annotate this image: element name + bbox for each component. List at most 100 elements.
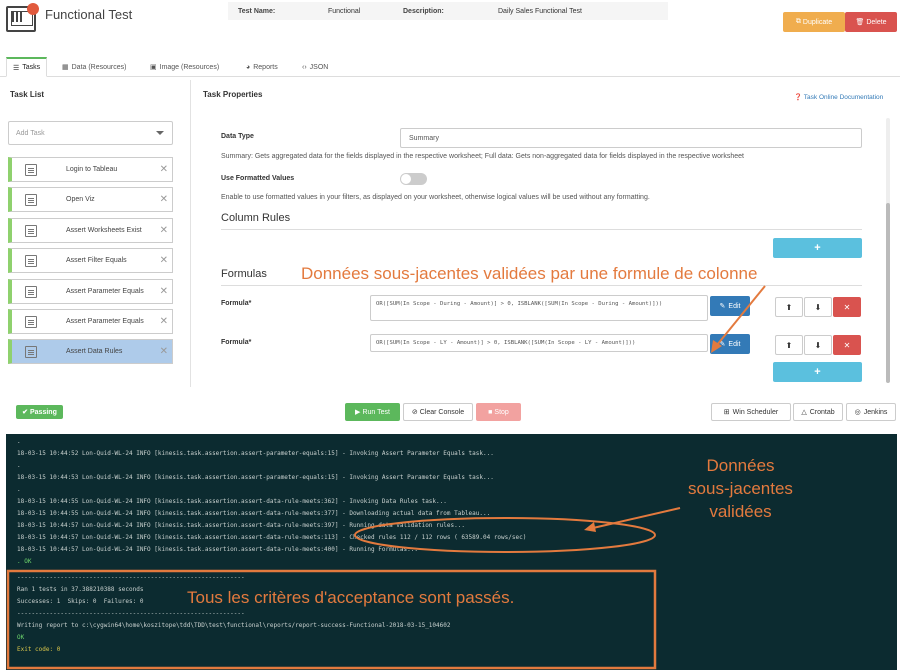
win-scheduler-button[interactable]: ⊞ Win Scheduler bbox=[711, 403, 791, 421]
move-up-button[interactable]: ⬆ bbox=[775, 335, 803, 355]
filter-icon bbox=[25, 255, 37, 267]
test-meta-bar: Test Name: Functional Description: Daily… bbox=[228, 2, 668, 20]
close-icon[interactable]: ✕ bbox=[160, 286, 168, 297]
linux-icon: △ bbox=[801, 409, 807, 416]
tab-image-resources[interactable]: ▣ Image (Resources) bbox=[150, 57, 219, 77]
tab-data-resources[interactable]: ▦ Data (Resources) bbox=[62, 57, 126, 77]
close-icon[interactable]: ✕ bbox=[160, 225, 168, 236]
copy-icon: ⧉ bbox=[795, 18, 801, 25]
console-line: 18-03-15 10:44:55 Lon-Quid-WL-24 INFO [k… bbox=[17, 510, 491, 517]
formula-input[interactable]: OR([SUM(In Scope - During - Amount)] > 0… bbox=[370, 295, 708, 321]
console-line: 18-03-15 10:44:52 Lon-Quid-WL-24 INFO [k… bbox=[17, 450, 494, 457]
data-type-help: Summary: Gets aggregated data for the fi… bbox=[221, 153, 744, 160]
pencil-icon: ✎ bbox=[719, 303, 726, 310]
tab-tasks[interactable]: ☰ Tasks bbox=[6, 57, 48, 77]
console-line: 18-03-15 10:44:53 Lon-Quid-WL-24 INFO [k… bbox=[17, 474, 494, 481]
panel-divider bbox=[190, 80, 191, 387]
documentation-link[interactable]: ❓ Task Online Documentation bbox=[794, 93, 883, 101]
formula-input[interactable]: OR([SUM(In Scope - LY - Amount)] > 0, IS… bbox=[370, 334, 708, 352]
jenkins-button[interactable]: ◎ Jenkins bbox=[846, 403, 896, 421]
console-line: OK bbox=[17, 634, 25, 641]
column-rules-heading: Column Rules bbox=[221, 212, 291, 224]
task-item-assert-filter-equals[interactable]: Assert Filter Equals ✕ bbox=[8, 248, 173, 273]
divider bbox=[221, 285, 862, 286]
task-icon bbox=[25, 164, 37, 176]
formatted-values-label: Use Formatted Values bbox=[221, 175, 295, 182]
delete-button[interactable]: 🗑 Delete bbox=[845, 12, 897, 32]
test-name-value: Functional bbox=[328, 7, 361, 15]
test-name-label: Test Name: bbox=[238, 7, 276, 15]
task-item-assert-data-rules[interactable]: Assert Data Rules ✕ bbox=[8, 339, 173, 364]
task-icon bbox=[25, 346, 37, 358]
arrow-down-icon: ⬇ bbox=[814, 340, 822, 350]
console-line: 18-03-15 10:44:57 Lon-Quid-WL-24 INFO [k… bbox=[17, 534, 527, 541]
data-type-label: Data Type bbox=[221, 133, 254, 140]
console-line: . OK bbox=[17, 558, 32, 565]
close-icon[interactable]: ✕ bbox=[160, 346, 168, 357]
task-item-assert-parameter-equals[interactable]: Assert Parameter Equals ✕ bbox=[8, 309, 173, 334]
duplicate-button[interactable]: ⧉ Duplicate bbox=[783, 12, 845, 32]
task-icon bbox=[25, 286, 37, 298]
add-formula-button[interactable]: + bbox=[773, 362, 862, 382]
add-task-select[interactable]: Add Task bbox=[8, 121, 173, 145]
clear-console-button[interactable]: ⊘ Clear Console bbox=[403, 403, 473, 421]
task-icon bbox=[25, 225, 37, 237]
tab-reports[interactable]: ◕ Reports bbox=[246, 57, 278, 77]
chevron-down-icon bbox=[156, 131, 164, 135]
console-line: 18-03-15 10:44:55 Lon-Quid-WL-24 INFO [k… bbox=[17, 498, 447, 505]
properties-scrollbar[interactable] bbox=[886, 118, 890, 383]
remove-formula-button[interactable]: ✕ bbox=[833, 335, 861, 355]
edit-formula-button[interactable]: ✎ Edit bbox=[710, 296, 750, 316]
stop-button[interactable]: ■ Stop bbox=[476, 403, 521, 421]
play-icon: ▶ bbox=[355, 409, 361, 416]
console-line: Successes: 1 Skips: 0 Failures: 0 bbox=[17, 598, 144, 605]
code-icon: ‹› bbox=[302, 63, 307, 71]
chart-icon: ◕ bbox=[246, 63, 251, 71]
task-item-assert-worksheets-exist[interactable]: Assert Worksheets Exist ✕ bbox=[8, 218, 173, 243]
move-down-button[interactable]: ⬇ bbox=[804, 297, 832, 317]
description-value: Daily Sales Functional Test bbox=[498, 7, 582, 15]
console-line: . bbox=[17, 486, 21, 493]
close-icon[interactable]: ✕ bbox=[160, 194, 168, 205]
formatted-values-help: Enable to use formatted values in your f… bbox=[221, 194, 650, 201]
jenkins-icon: ◎ bbox=[854, 409, 861, 416]
task-item-open-viz[interactable]: Open Viz ✕ bbox=[8, 187, 173, 212]
run-test-button[interactable]: ▶ Run Test bbox=[345, 403, 400, 421]
close-icon[interactable]: ✕ bbox=[160, 255, 168, 266]
edit-formula-button[interactable]: ✎ Edit bbox=[710, 334, 750, 354]
remove-formula-button[interactable]: ✕ bbox=[833, 297, 861, 317]
formula-label: Formula* bbox=[221, 300, 252, 307]
console-line: 18-03-15 10:44:57 Lon-Quid-WL-24 INFO [k… bbox=[17, 522, 465, 529]
move-up-button[interactable]: ⬆ bbox=[775, 297, 803, 317]
console-line: Exit code: 0 bbox=[17, 646, 61, 653]
image-icon: ▣ bbox=[150, 64, 157, 71]
trash-icon: 🗑 bbox=[855, 19, 865, 26]
list-icon: ☰ bbox=[13, 64, 20, 72]
stop-icon: ■ bbox=[488, 408, 493, 416]
formulas-heading: Formulas bbox=[221, 268, 267, 280]
task-item-login-to-tableau[interactable]: Login to Tableau ✕ bbox=[8, 157, 173, 182]
formatted-values-toggle[interactable] bbox=[400, 173, 427, 185]
arrow-up-icon: ⬆ bbox=[785, 302, 793, 312]
tab-json[interactable]: ‹› JSON bbox=[302, 57, 328, 77]
validated-callout-text: Données sous-jacentes validées bbox=[688, 456, 793, 521]
close-icon[interactable]: ✕ bbox=[160, 164, 168, 175]
arrow-down-icon: ⬇ bbox=[814, 302, 822, 312]
data-type-select[interactable]: Summary bbox=[400, 128, 862, 148]
move-down-button[interactable]: ⬇ bbox=[804, 335, 832, 355]
task-icon bbox=[25, 316, 37, 328]
windows-icon: ⊞ bbox=[723, 409, 730, 416]
task-properties-heading: Task Properties bbox=[203, 90, 263, 99]
console-line: . bbox=[17, 438, 21, 445]
close-icon[interactable]: ✕ bbox=[160, 316, 168, 327]
formula-label: Formula* bbox=[221, 339, 252, 346]
task-item-assert-parameter-equals[interactable]: Assert Parameter Equals ✕ bbox=[8, 279, 173, 304]
crontab-button[interactable]: △ Crontab bbox=[793, 403, 843, 421]
description-label: Description: bbox=[403, 7, 444, 15]
add-column-rule-button[interactable]: + bbox=[773, 238, 862, 258]
console-line: ----------------------------------------… bbox=[17, 574, 245, 581]
console-line: Writing report to c:\cygwin64\home\koszi… bbox=[17, 622, 451, 629]
task-icon bbox=[25, 194, 37, 206]
console-line: 18-03-15 10:44:57 Lon-Quid-WL-24 INFO [k… bbox=[17, 546, 418, 553]
table-icon: ▦ bbox=[62, 64, 69, 71]
